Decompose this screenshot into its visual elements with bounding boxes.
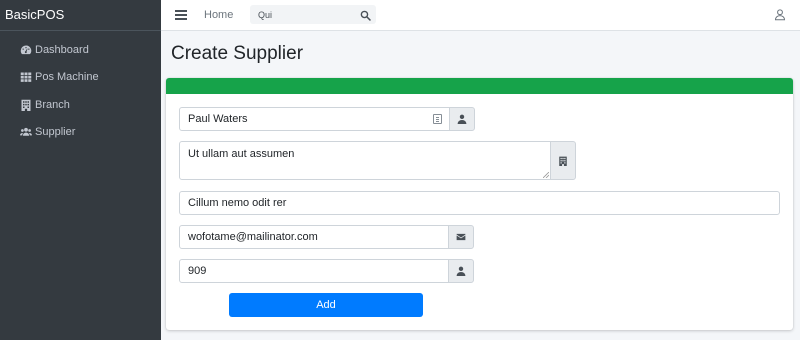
brand-logo[interactable]: BasicPOS [0, 0, 161, 31]
address-textarea[interactable]: Ut ullam aut assumen [179, 141, 551, 180]
add-button[interactable]: Add [229, 293, 423, 317]
address-addon [550, 141, 576, 180]
user-icon [456, 266, 466, 276]
address-textarea-value: Ut ullam aut assumen [188, 148, 295, 160]
phone-addon [448, 259, 474, 283]
name-addon [449, 107, 475, 131]
email-field[interactable]: wofotame@mailinator.com [179, 225, 449, 249]
search-icon[interactable] [360, 8, 373, 21]
contact-card-icon[interactable] [433, 114, 442, 124]
page-title: Create Supplier [171, 43, 304, 64]
notes-field-value: Cillum nemo odit rer [188, 197, 287, 209]
user-icon [457, 114, 467, 124]
menu-icon[interactable] [175, 8, 187, 22]
sidebar-item-label: Dashboard [35, 43, 89, 56]
notes-field[interactable]: Cillum nemo odit rer [179, 191, 780, 215]
home-link[interactable]: Home [204, 9, 233, 21]
grid-icon [19, 71, 32, 84]
card-header-bar [166, 78, 793, 94]
email-addon [448, 225, 474, 249]
name-field[interactable]: Paul Waters [179, 107, 450, 131]
phone-field-value: 909 [188, 265, 207, 277]
sidebar-item-supplier[interactable]: Supplier [0, 119, 161, 147]
users-icon [19, 126, 32, 139]
email-field-value: wofotame@mailinator.com [188, 231, 318, 243]
name-field-value: Paul Waters [188, 113, 248, 125]
sidebar-item-dashboard[interactable]: Dashboard [0, 36, 161, 64]
search-box [250, 5, 376, 24]
dashboard-icon [19, 43, 32, 56]
building-icon [559, 156, 567, 166]
sidebar: BasicPOS Dashboard Pos Machine Branch Su… [0, 0, 161, 340]
supplier-form-card: Paul Waters Ut ullam aut assumen Cillum … [166, 78, 793, 330]
sidebar-item-branch[interactable]: Branch [0, 91, 161, 119]
resize-grip-icon [543, 172, 549, 178]
user-icon[interactable] [774, 8, 786, 21]
search-input[interactable] [250, 5, 350, 24]
sidebar-item-label: Branch [35, 98, 70, 111]
phone-field[interactable]: 909 [179, 259, 449, 283]
sidebar-item-label: Supplier [35, 126, 76, 139]
sidebar-item-pos-machine[interactable]: Pos Machine [0, 64, 161, 92]
building-icon [19, 98, 32, 111]
envelope-icon [456, 233, 466, 241]
top-navbar: Home [161, 0, 800, 31]
sidebar-item-label: Pos Machine [35, 71, 99, 84]
sidebar-nav: Dashboard Pos Machine Branch Supplier [0, 31, 161, 146]
